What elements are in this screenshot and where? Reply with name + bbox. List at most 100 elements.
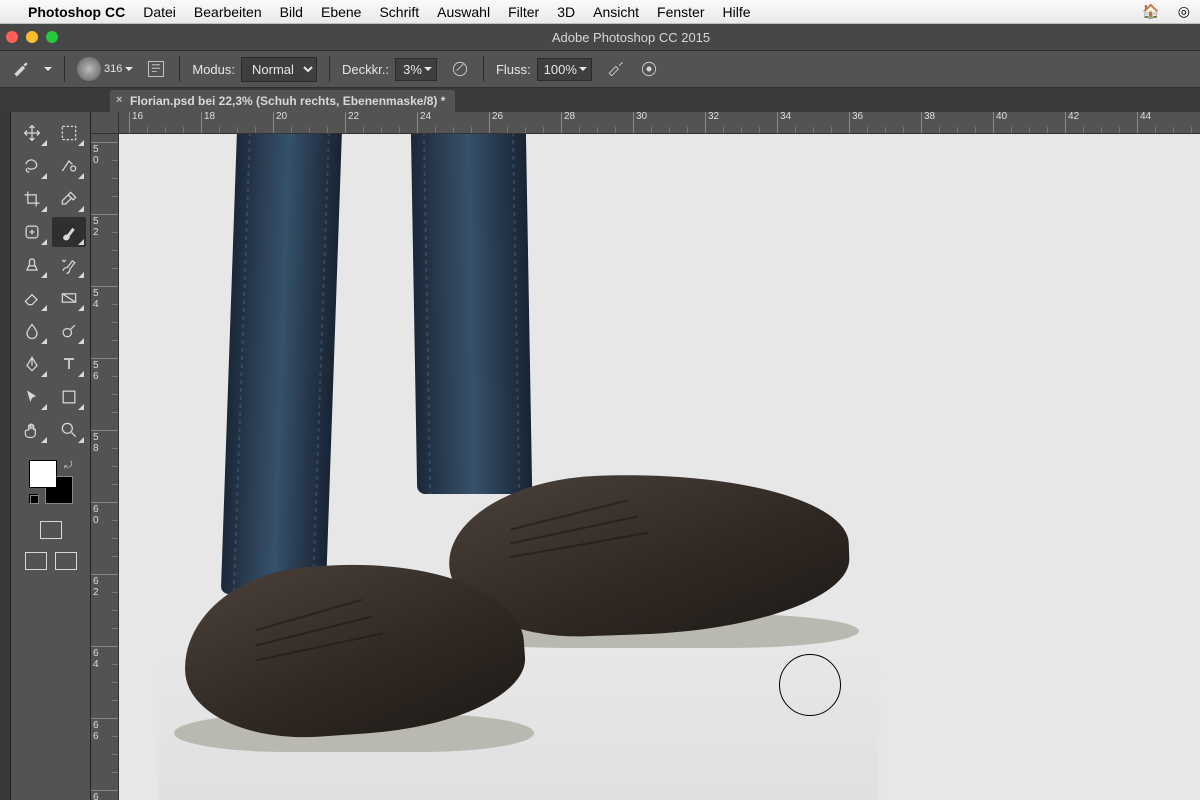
path-select-tool[interactable]	[15, 382, 49, 412]
photo-left-leg	[221, 134, 342, 594]
tools-panel: ⤾	[11, 112, 91, 800]
flow-value[interactable]: 100%	[537, 58, 592, 81]
menu-ebene[interactable]: Ebene	[321, 4, 361, 20]
default-colors-icon[interactable]	[29, 494, 39, 504]
lasso-tool[interactable]	[15, 151, 49, 181]
opacity-pressure-toggle[interactable]	[449, 58, 471, 80]
menu-extra-cc-icon[interactable]: ◎	[1178, 3, 1190, 20]
document-tab-label: Florian.psd bei 22,3% (Schuh rechts, Ebe…	[130, 94, 445, 108]
ruler-tick: 42	[1065, 112, 1079, 133]
brush-chevron-icon	[125, 67, 133, 75]
screen-mode-switcher[interactable]	[55, 552, 77, 570]
window-minimize-button[interactable]	[26, 31, 38, 43]
pen-tool[interactable]	[15, 349, 49, 379]
color-swatches[interactable]: ⤾	[29, 460, 73, 504]
window-zoom-button[interactable]	[46, 31, 58, 43]
eyedropper-tool[interactable]	[52, 184, 86, 214]
ruler-tick: 22	[345, 112, 359, 133]
menu-3d[interactable]: 3D	[557, 4, 575, 20]
brush-preview-icon	[77, 57, 101, 81]
brush-size-value: 316	[104, 63, 122, 75]
ruler-tick: 40	[993, 112, 1007, 133]
brush-preset-picker[interactable]: 316	[77, 57, 133, 81]
ruler-tick: 34	[777, 112, 791, 133]
photo-left-shoe	[174, 564, 534, 774]
foreground-color-swatch[interactable]	[29, 460, 57, 488]
menu-datei[interactable]: Datei	[143, 4, 176, 20]
app-menu[interactable]: Photoshop CC	[28, 4, 125, 20]
opacity-label: Deckkr.:	[342, 62, 389, 77]
blur-tool[interactable]	[15, 316, 49, 346]
document-view: 16182022242628303234363840424446 5 05 25…	[91, 112, 1200, 800]
ruler-tick: 44	[1137, 112, 1151, 133]
opacity-value[interactable]: 3%	[395, 58, 437, 81]
quick-select-tool[interactable]	[52, 151, 86, 181]
swap-colors-icon[interactable]: ⤾	[64, 460, 72, 471]
brush-tool[interactable]	[52, 217, 86, 247]
brush-panel-toggle[interactable]	[145, 58, 167, 80]
size-pressure-toggle[interactable]	[638, 58, 660, 80]
menu-hilfe[interactable]: Hilfe	[723, 4, 751, 20]
ruler-tick: 36	[849, 112, 863, 133]
hand-tool[interactable]	[15, 415, 49, 445]
tab-close-icon[interactable]: ×	[116, 94, 122, 106]
ruler-tick: 5 2	[91, 214, 118, 238]
menu-bearbeiten[interactable]: Bearbeiten	[194, 4, 262, 20]
quick-mask-toggle[interactable]	[40, 521, 62, 539]
mode-select[interactable]: Normal	[241, 57, 317, 82]
ruler-tick: 30	[633, 112, 647, 133]
tool-preset-chevron-icon[interactable]	[44, 67, 52, 75]
gradient-tool[interactable]	[52, 283, 86, 313]
menu-filter[interactable]: Filter	[508, 4, 539, 20]
brush-cursor	[779, 654, 841, 716]
tool-preset-picker[interactable]	[10, 58, 32, 80]
ruler-tick: 28	[561, 112, 575, 133]
window-title: Adobe Photoshop CC 2015	[68, 30, 1194, 45]
photo-right-leg	[411, 134, 532, 494]
menu-extra-home-icon[interactable]: 🏠	[1142, 3, 1159, 20]
eraser-tool[interactable]	[15, 283, 49, 313]
zoom-tool[interactable]	[52, 415, 86, 445]
ruler-tick: 6 6	[91, 718, 118, 742]
ruler-tick: 5 8	[91, 430, 118, 454]
document-tab[interactable]: × Florian.psd bei 22,3% (Schuh rechts, E…	[110, 90, 455, 112]
ruler-tick: 32	[705, 112, 719, 133]
marquee-tool[interactable]	[52, 118, 86, 148]
crop-tool[interactable]	[15, 184, 49, 214]
screen-mode-standard[interactable]	[25, 552, 47, 570]
move-tool[interactable]	[15, 118, 49, 148]
airbrush-toggle[interactable]	[604, 58, 626, 80]
ruler-tick: 26	[489, 112, 503, 133]
menu-ansicht[interactable]: Ansicht	[593, 4, 639, 20]
horizontal-ruler[interactable]: 16182022242628303234363840424446	[119, 112, 1200, 134]
menu-bild[interactable]: Bild	[280, 4, 303, 20]
options-bar: 316 Modus: Normal Deckkr.: 3% Fluss: 100…	[0, 50, 1200, 88]
window-title-bar: Adobe Photoshop CC 2015	[0, 24, 1200, 50]
menu-schrift[interactable]: Schrift	[379, 4, 419, 20]
ruler-tick: 38	[921, 112, 935, 133]
canvas[interactable]	[119, 134, 1200, 800]
ruler-origin[interactable]	[91, 112, 119, 134]
ruler-tick: 24	[417, 112, 431, 133]
ruler-tick: 6 4	[91, 646, 118, 670]
shape-tool[interactable]	[52, 382, 86, 412]
vertical-ruler[interactable]: 5 05 25 45 65 86 06 26 46 66 8	[91, 134, 119, 800]
menu-auswahl[interactable]: Auswahl	[437, 4, 490, 20]
ruler-tick: 16	[129, 112, 143, 133]
ruler-tick: 6 8	[91, 790, 118, 800]
document-tab-bar: × Florian.psd bei 22,3% (Schuh rechts, E…	[0, 88, 1200, 112]
dodge-tool[interactable]	[52, 316, 86, 346]
menu-fenster[interactable]: Fenster	[657, 4, 704, 20]
mode-label: Modus:	[192, 62, 235, 77]
type-tool[interactable]	[52, 349, 86, 379]
ruler-tick: 5 6	[91, 358, 118, 382]
window-close-button[interactable]	[6, 31, 18, 43]
healing-brush-tool[interactable]	[15, 217, 49, 247]
ruler-tick: 5 4	[91, 286, 118, 310]
ruler-tick: 18	[201, 112, 215, 133]
flow-label: Fluss:	[496, 62, 531, 77]
collapsed-panel-strip[interactable]	[0, 112, 11, 800]
clone-stamp-tool[interactable]	[15, 250, 49, 280]
ruler-tick: 6 2	[91, 574, 118, 598]
history-brush-tool[interactable]	[52, 250, 86, 280]
